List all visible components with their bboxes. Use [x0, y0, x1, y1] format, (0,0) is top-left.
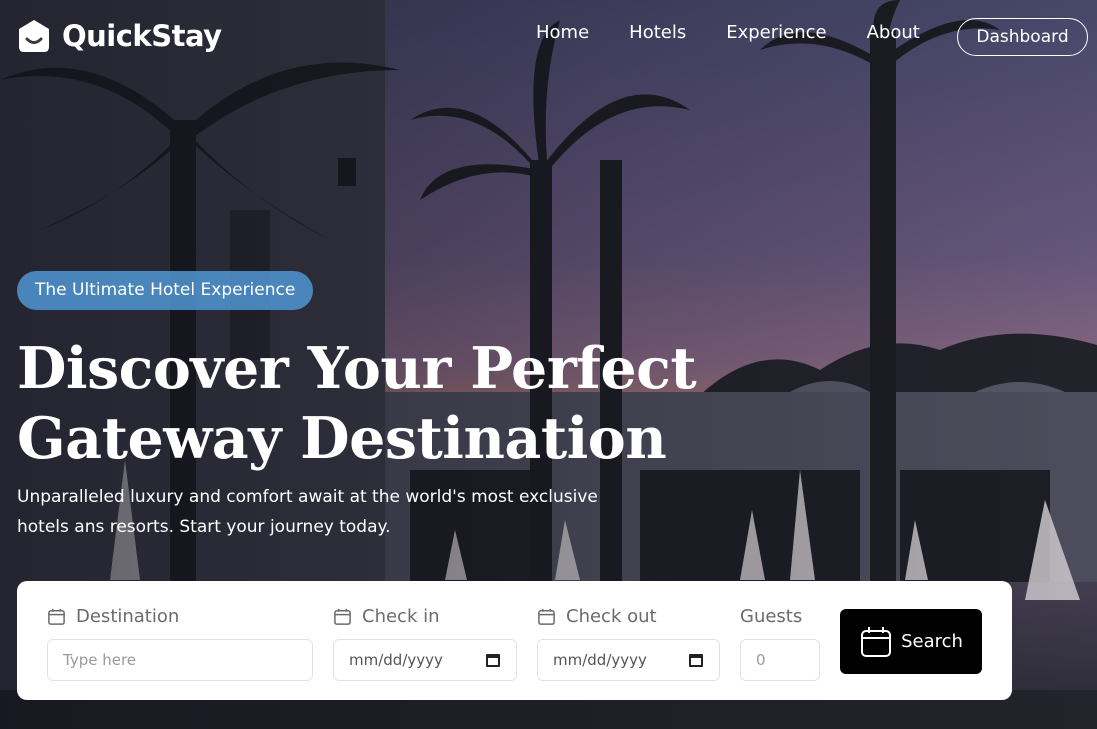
brand-logo[interactable]: QuickStay: [16, 18, 222, 54]
nav-link-experience[interactable]: Experience: [726, 22, 826, 43]
calendar-icon: [538, 608, 555, 625]
nav-link-home[interactable]: Home: [536, 22, 589, 43]
checkout-label: Check out: [566, 605, 657, 627]
checkin-value: mm/dd/yyyy: [349, 651, 443, 669]
guests-label: Guests: [740, 605, 803, 627]
search-button[interactable]: Search: [840, 609, 982, 674]
calendar-icon: [48, 608, 65, 625]
guests-value: 0: [756, 651, 766, 669]
subtext-line-1: Unparalleled luxury and comfort await at…: [17, 487, 598, 507]
search-form: Destination Type here Check in mm/dd/yyy…: [17, 581, 1012, 700]
checkout-value: mm/dd/yyyy: [553, 651, 647, 669]
brand-name: QuickStay: [62, 19, 222, 53]
checkout-date-input[interactable]: mm/dd/yyyy: [537, 639, 720, 681]
hero-badge: The Ultimate Hotel Experience: [17, 271, 314, 310]
destination-field: Destination: [47, 603, 179, 629]
destination-placeholder: Type here: [63, 651, 137, 669]
dashboard-button[interactable]: Dashboard: [957, 18, 1088, 56]
navbar: QuickStay Home Hotels Experience About D…: [0, 0, 1097, 76]
headline-line-1: Discover Your Perfect: [17, 335, 697, 402]
destination-input[interactable]: Type here: [47, 639, 313, 681]
calendar-picker-icon[interactable]: [485, 652, 501, 668]
guests-field: Guests: [740, 603, 802, 629]
hero-subtext: Unparalleled luxury and comfort await at…: [17, 482, 637, 542]
headline-line-2: Gateway Destination: [17, 405, 667, 472]
calendar-icon: [861, 626, 892, 657]
hero-headline: Discover Your Perfect Gateway Destinatio…: [17, 334, 697, 474]
calendar-icon: [334, 608, 351, 625]
checkin-label: Check in: [362, 605, 440, 627]
nav-link-hotels[interactable]: Hotels: [629, 22, 686, 43]
subtext-line-2: hotels ans resorts. Start your journey t…: [17, 517, 391, 537]
checkout-field: Check out: [537, 603, 657, 629]
nav-links: Home Hotels Experience About: [536, 22, 920, 43]
calendar-picker-icon[interactable]: [688, 652, 704, 668]
search-button-label: Search: [901, 631, 963, 652]
destination-label: Destination: [76, 605, 180, 627]
nav-link-about[interactable]: About: [867, 22, 920, 43]
guests-input[interactable]: 0: [740, 639, 820, 681]
checkin-date-input[interactable]: mm/dd/yyyy: [333, 639, 517, 681]
checkin-field: Check in: [333, 603, 440, 629]
quickstay-logo-icon: [16, 18, 52, 54]
